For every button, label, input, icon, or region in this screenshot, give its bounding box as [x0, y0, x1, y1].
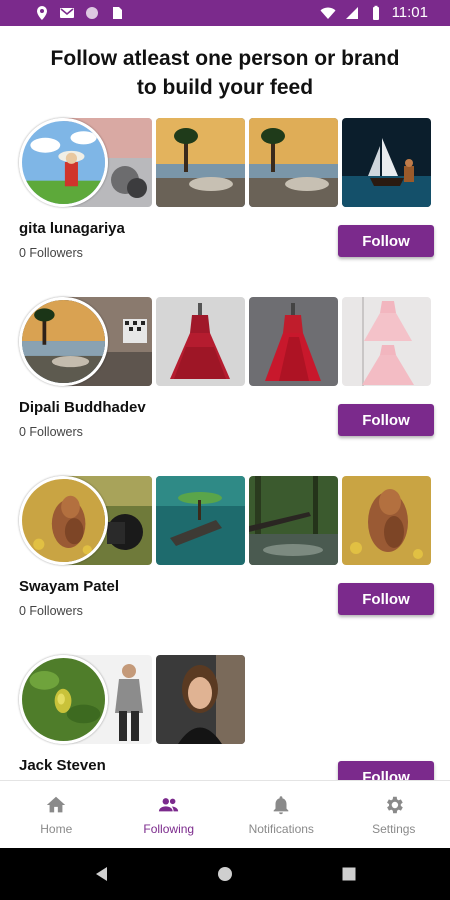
follower-count: 0 Followers [19, 246, 83, 260]
home-circle-icon[interactable] [215, 864, 235, 884]
follower-count: 0 Followers [19, 604, 83, 618]
post-thumbnail[interactable] [249, 118, 338, 207]
follow-button[interactable]: Follow [338, 583, 434, 615]
user-card: gita lunagariya 0 Followers Follow [0, 110, 450, 288]
status-time: 11:01 [391, 4, 428, 21]
people-icon [158, 798, 178, 812]
photo-strip [19, 476, 434, 565]
suggestion-list[interactable]: gita lunagariya 0 Followers Follow Dipal… [0, 110, 450, 780]
recents-icon[interactable] [339, 864, 359, 884]
user-name: Dipali Buddhadev [19, 399, 146, 416]
nav-settings[interactable]: Settings [338, 781, 450, 848]
system-navigation-bar [0, 848, 450, 900]
nav-label: Following [143, 822, 195, 836]
user-avatar[interactable] [19, 476, 108, 565]
photo-strip [19, 118, 434, 207]
page-title-line-1: Follow atleast one person or brand [50, 47, 400, 70]
signal-icon [345, 6, 358, 19]
nav-label: Settings [372, 822, 416, 836]
user-card: Swayam Patel 0 Followers Follow [0, 468, 450, 646]
user-avatar[interactable] [19, 655, 108, 744]
post-thumbnail[interactable] [156, 476, 245, 565]
wifi-icon [320, 7, 336, 19]
post-thumbnail[interactable] [342, 118, 431, 207]
battery-icon [372, 5, 379, 20]
follow-button[interactable]: Follow [338, 225, 434, 257]
follower-count: 0 Followers [19, 425, 83, 439]
post-thumbnail[interactable] [249, 297, 338, 386]
gmail-icon [60, 8, 74, 18]
post-thumbnail[interactable] [342, 297, 431, 386]
post-thumbnail[interactable] [342, 476, 431, 565]
user-avatar[interactable] [19, 118, 108, 207]
back-icon[interactable] [92, 864, 112, 884]
user-card: Jack Steven Follow [0, 647, 450, 780]
sd-card-icon [113, 7, 122, 19]
gear-icon [386, 796, 403, 814]
user-name: Jack Steven [19, 757, 106, 774]
home-icon [47, 796, 66, 813]
bell-icon [273, 796, 289, 815]
follow-button[interactable]: Follow [338, 404, 434, 436]
user-name: Swayam Patel [19, 578, 120, 595]
bottom-navigation: Home Following Notifications Settings [0, 780, 450, 848]
post-thumbnail[interactable] [156, 118, 245, 207]
post-thumbnail[interactable] [156, 655, 245, 744]
photo-strip [19, 655, 434, 744]
status-bar: 11:01 [0, 0, 450, 26]
location-icon [37, 6, 47, 20]
nav-label: Home [40, 822, 73, 836]
page-title-line-2: to build your feed [136, 76, 314, 99]
circle-icon [86, 7, 98, 19]
nav-home[interactable]: Home [0, 781, 113, 848]
nav-following[interactable]: Following [113, 781, 226, 848]
nav-notifications[interactable]: Notifications [225, 781, 338, 848]
page-title: Follow atleast one person or brand to bu… [10, 44, 440, 102]
follow-button[interactable]: Follow [338, 761, 434, 780]
nav-label: Notifications [248, 822, 314, 836]
user-name: gita lunagariya [19, 220, 125, 237]
user-card: Dipali Buddhadev 0 Followers Follow [0, 289, 450, 467]
photo-strip [19, 297, 434, 386]
user-avatar[interactable] [19, 297, 108, 386]
post-thumbnail[interactable] [249, 476, 338, 565]
post-thumbnail[interactable] [156, 297, 245, 386]
